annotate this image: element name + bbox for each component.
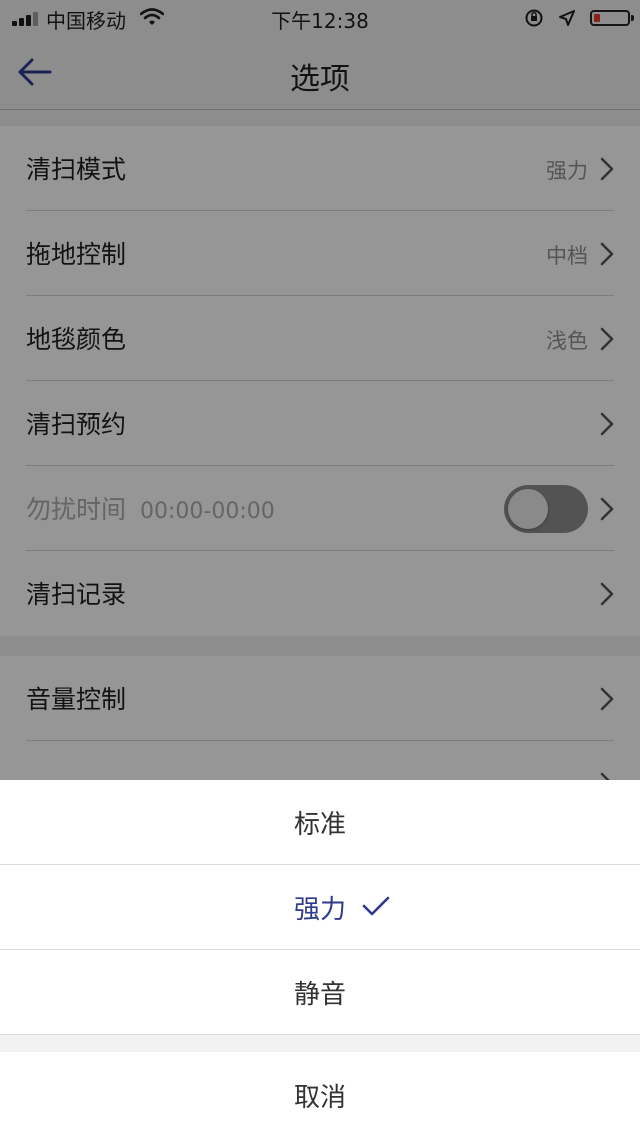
cancel-button[interactable]: 取消 [0,1052,640,1138]
checkmark-icon [362,896,390,916]
option-label: 强力 [293,894,346,925]
action-sheet: 标准 强力 静音 取消 [0,780,640,1138]
cancel-label: 取消 [293,1082,346,1113]
sheet-option-quiet[interactable]: 静音 [0,950,640,1035]
option-label: 静音 [293,979,346,1010]
sheet-option-strong[interactable]: 强力 [0,865,640,950]
option-label: 标准 [293,809,346,840]
modal-backdrop[interactable] [0,0,640,780]
sheet-option-standard[interactable]: 标准 [0,780,640,865]
